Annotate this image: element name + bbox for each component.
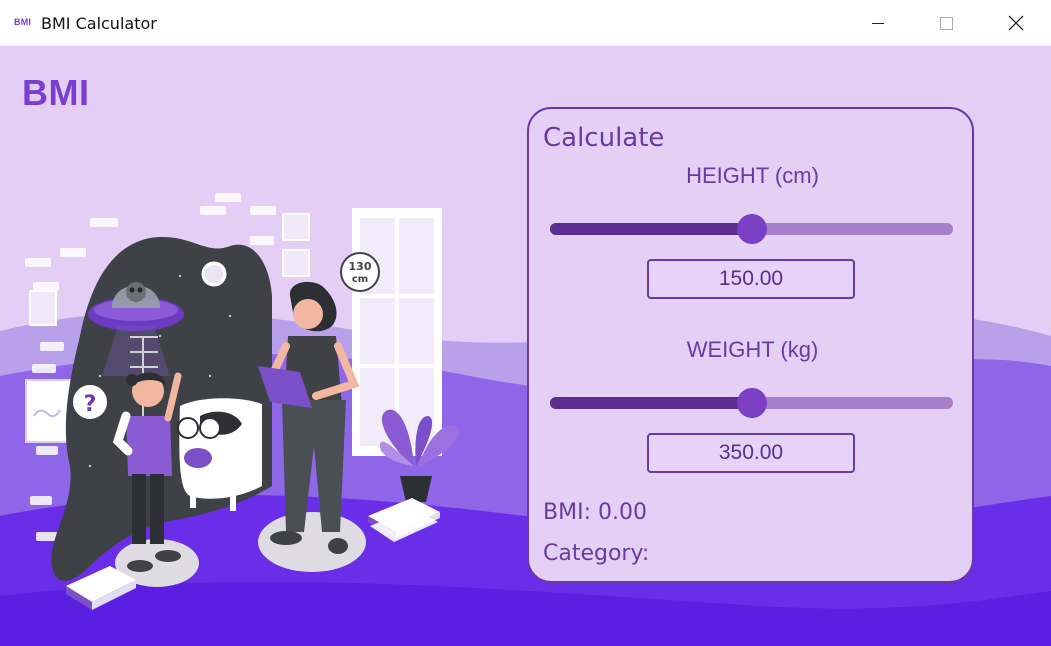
category-result: Category: (543, 541, 650, 566)
height-badge: 130 cm (340, 252, 380, 292)
main-content: ? 130 cm BMI Calculate HEIGHT (cm) 150.0… (0, 46, 1051, 646)
window-titlebar: BMI BMI Calculator (0, 0, 1051, 46)
weight-slider[interactable] (550, 388, 953, 418)
weight-slider-thumb[interactable] (736, 388, 767, 418)
bmi-result: BMI: 0.00 (543, 500, 647, 525)
weight-value-field[interactable]: 350.00 (647, 433, 855, 473)
height-slider[interactable] (550, 214, 953, 244)
height-slider-thumb[interactable] (736, 214, 767, 244)
app-icon: BMI (14, 17, 32, 27)
height-value-field[interactable]: 150.00 (647, 259, 855, 299)
window-title: BMI Calculator (41, 14, 157, 33)
calculate-card: Calculate HEIGHT (cm) 150.00 WEIGHT (kg)… (527, 107, 974, 583)
height-slider-fill (550, 223, 752, 235)
weight-label: WEIGHT (kg) (686, 337, 819, 362)
close-button[interactable] (988, 0, 1044, 46)
weight-slider-fill (550, 397, 752, 409)
question-mark: ? (84, 392, 97, 417)
maximize-icon (939, 16, 953, 30)
minimize-icon (872, 22, 884, 24)
wall-frame-2 (282, 213, 310, 241)
app-logo: BMI (22, 72, 90, 113)
minimize-button[interactable] (850, 0, 906, 46)
maximize-button[interactable] (918, 0, 974, 46)
height-badge-number: 130 (349, 260, 372, 273)
card-title: Calculate (543, 123, 665, 153)
wall-frame-1 (29, 290, 57, 326)
height-badge-unit: cm (352, 274, 368, 285)
question-bubble: ? (71, 383, 109, 421)
height-label: HEIGHT (cm) (686, 163, 819, 188)
close-icon (1008, 15, 1024, 31)
wall-frame-3 (282, 249, 310, 277)
